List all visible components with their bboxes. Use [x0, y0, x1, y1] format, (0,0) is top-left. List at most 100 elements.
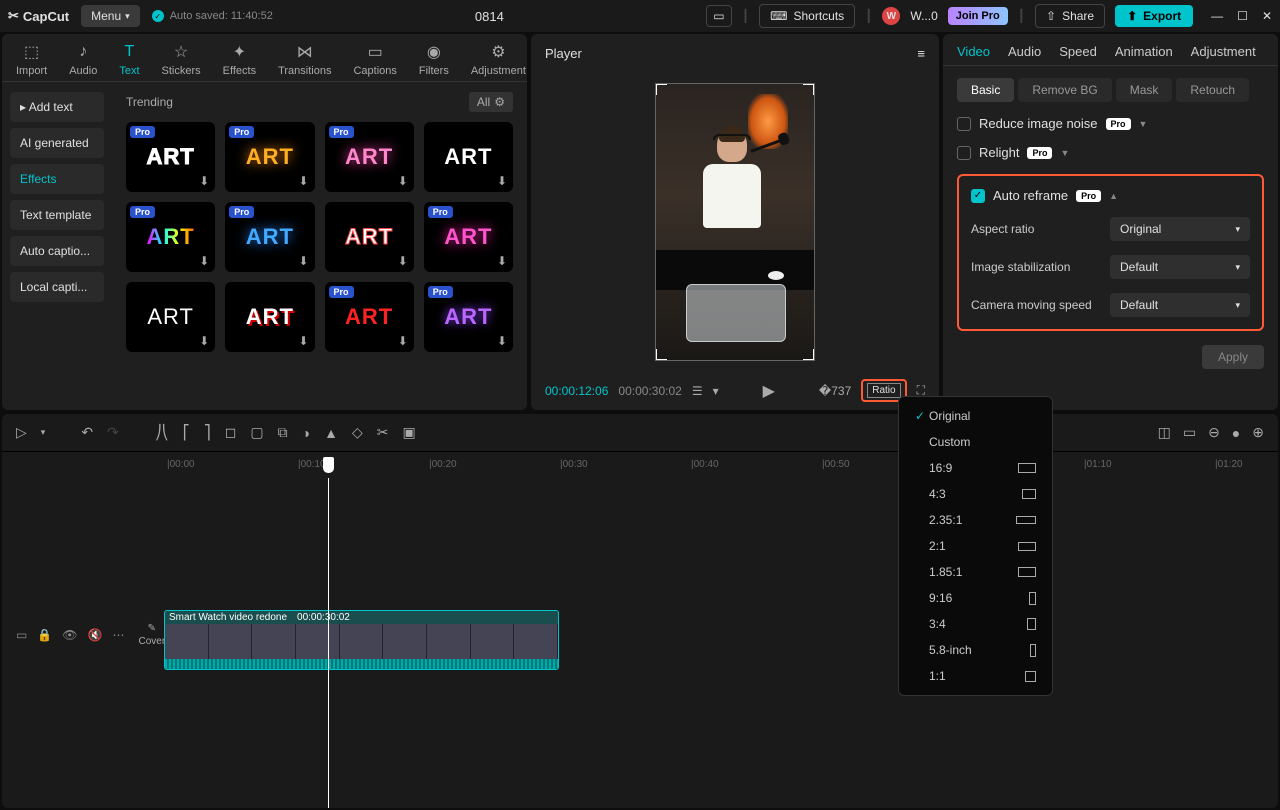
reverse-icon[interactable]: ◑	[302, 425, 310, 441]
scale-icon[interactable]: �737	[819, 384, 851, 398]
cam-speed-select[interactable]: Default▾	[1110, 293, 1250, 317]
sidebar-item[interactable]: Effects	[10, 164, 104, 194]
shortcuts-button[interactable]: ⌨ Shortcuts	[759, 4, 855, 28]
download-icon[interactable]: ⬇	[398, 174, 408, 188]
text-style-card[interactable]: ART⬇	[325, 202, 414, 272]
text-style-card[interactable]: ProART⬇	[126, 202, 215, 272]
track-lock-icon[interactable]: 🔒	[37, 628, 52, 642]
video-preview[interactable]	[655, 83, 815, 361]
ratio-option[interactable]: 2.35:1	[899, 507, 1052, 533]
download-icon[interactable]: ⬇	[199, 254, 209, 268]
mirror-icon[interactable]: ▲	[324, 425, 338, 441]
video-clip[interactable]: Smart Watch video redone 00:00:30:02	[164, 610, 559, 670]
player-menu-icon[interactable]: ≡	[917, 46, 925, 61]
ratio-option[interactable]: 3:4	[899, 611, 1052, 637]
subtab-mask[interactable]: Mask	[1116, 78, 1173, 102]
text-style-card[interactable]: ProART⬇	[126, 122, 215, 192]
play-icon[interactable]: ▶	[763, 381, 775, 401]
subtab-basic[interactable]: Basic	[957, 78, 1014, 102]
ratio-option[interactable]: 1:1	[899, 663, 1052, 689]
sidebar-item[interactable]: Local capti...	[10, 272, 104, 302]
download-icon[interactable]: ⬇	[298, 174, 308, 188]
text-style-card[interactable]: ProART⬇	[325, 122, 414, 192]
sidebar-item[interactable]: Text template	[10, 200, 104, 230]
close-icon[interactable]: ✕	[1262, 9, 1272, 23]
ratio-option[interactable]: 1.85:1	[899, 559, 1052, 585]
ratio-option[interactable]: Custom	[899, 429, 1052, 455]
copy-icon[interactable]: ⧉	[278, 424, 288, 441]
chevron-down-icon[interactable]: ▼	[1060, 148, 1069, 158]
crop-icon[interactable]: ◻	[225, 424, 237, 441]
zoom-in-icon[interactable]: ⊕	[1252, 424, 1264, 441]
auto-reframe-checkbox[interactable]: ✓	[971, 189, 985, 203]
chevron-up-icon[interactable]: ▲	[1109, 191, 1118, 201]
user-avatar[interactable]: W	[882, 7, 900, 25]
chevron-down-icon[interactable]: ▼	[1139, 119, 1148, 129]
ratio-option[interactable]: 2:1	[899, 533, 1052, 559]
text-style-card[interactable]: ProART⬇	[325, 282, 414, 352]
track-more-icon[interactable]: ⋯	[112, 628, 124, 642]
preview-icon[interactable]: ▭	[1183, 424, 1196, 441]
nav-tab-captions[interactable]: ▭Captions	[353, 42, 396, 77]
text-style-card[interactable]: ART⬇	[424, 122, 513, 192]
text-style-card[interactable]: ProART⬇	[225, 202, 314, 272]
volume-icon[interactable]: ▾	[713, 384, 719, 398]
download-icon[interactable]: ⬇	[398, 254, 408, 268]
nav-tab-audio[interactable]: ♪Audio	[69, 42, 97, 77]
nav-tab-text[interactable]: TText	[119, 42, 139, 77]
bookmark-icon[interactable]: ▢	[250, 424, 263, 441]
freeze-icon[interactable]: ▣	[402, 424, 415, 441]
text-style-card[interactable]: ProART⬇	[424, 202, 513, 272]
join-pro-button[interactable]: Join Pro	[948, 7, 1008, 25]
nav-tab-filters[interactable]: ◉Filters	[419, 42, 449, 77]
track-layers-icon[interactable]: ▭	[16, 628, 27, 642]
ratio-option[interactable]: 5.8-inch	[899, 637, 1052, 663]
crop2-icon[interactable]: ✂	[377, 424, 389, 441]
export-button[interactable]: ⬆ Export	[1115, 5, 1193, 27]
apply-button[interactable]: Apply	[1202, 345, 1264, 369]
minimize-icon[interactable]: —	[1211, 9, 1223, 23]
relight-checkbox[interactable]	[957, 146, 971, 160]
download-icon[interactable]: ⬇	[199, 334, 209, 348]
ratio-option[interactable]: ✓Original	[899, 403, 1052, 429]
download-icon[interactable]: ⬇	[497, 174, 507, 188]
ratio-option[interactable]: 4:3	[899, 481, 1052, 507]
nav-tab-transitions[interactable]: ⋈Transitions	[278, 42, 331, 77]
trim-right-icon[interactable]: ⎤	[204, 424, 211, 441]
download-icon[interactable]: ⬇	[398, 334, 408, 348]
pointer-tool-icon[interactable]: ▷	[16, 424, 27, 441]
nav-tab-adjustment[interactable]: ⚙Adjustment	[471, 42, 526, 77]
aspect-ratio-select[interactable]: Original▾	[1110, 217, 1250, 241]
share-button[interactable]: ⇧ Share	[1035, 4, 1105, 28]
subtab-remove-bg[interactable]: Remove BG	[1018, 78, 1111, 102]
inspector-tab-animation[interactable]: Animation	[1115, 44, 1173, 59]
snap-icon[interactable]: ◫	[1158, 424, 1171, 441]
download-icon[interactable]: ⬇	[199, 174, 209, 188]
text-style-card[interactable]: ART⬇	[225, 282, 314, 352]
sidebar-item[interactable]: AI generated	[10, 128, 104, 158]
layout-icon[interactable]: ▭	[706, 5, 732, 27]
ratio-button[interactable]: Ratio	[867, 383, 900, 398]
stabilization-select[interactable]: Default▾	[1110, 255, 1250, 279]
playhead[interactable]	[328, 478, 329, 808]
undo-icon[interactable]: ↶	[81, 424, 93, 441]
zoom-out-icon[interactable]: ⊖	[1208, 424, 1220, 441]
maximize-icon[interactable]: ☐	[1237, 9, 1248, 23]
cover-button[interactable]: ✎Cover	[138, 623, 165, 647]
nav-tab-stickers[interactable]: ☆Stickers	[162, 42, 201, 77]
ratio-option[interactable]: 16:9	[899, 455, 1052, 481]
track-eye-icon[interactable]: 👁	[62, 628, 77, 642]
rotate-icon[interactable]: ◇	[352, 424, 363, 441]
track-mute-icon[interactable]: 🔇	[88, 628, 103, 642]
ratio-option[interactable]: 9:16	[899, 585, 1052, 611]
redo-icon[interactable]: ↷	[107, 424, 119, 441]
sidebar-item[interactable]: Auto captio...	[10, 236, 104, 266]
split-icon[interactable]: ⎠⎝	[155, 424, 169, 441]
download-icon[interactable]: ⬇	[497, 254, 507, 268]
text-style-card[interactable]: ART⬇	[126, 282, 215, 352]
sidebar-item[interactable]: ▸ Add text	[10, 92, 104, 122]
pointer-dropdown-icon[interactable]: ▾	[41, 427, 46, 438]
download-icon[interactable]: ⬇	[298, 334, 308, 348]
trim-left-icon[interactable]: ⎡	[183, 424, 190, 441]
compare-icon[interactable]: ☰	[692, 384, 703, 398]
